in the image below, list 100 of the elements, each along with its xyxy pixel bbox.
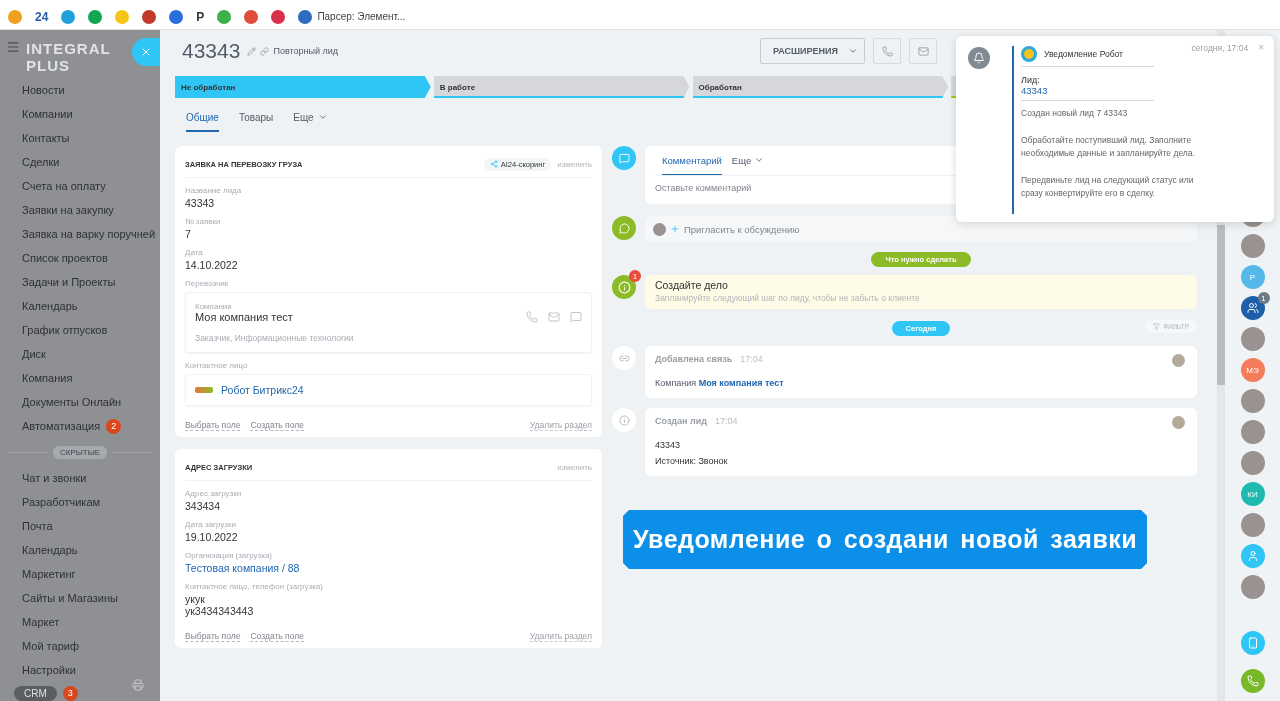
stage-step[interactable]: Не обработан <box>175 76 431 98</box>
close-button[interactable] <box>132 38 160 66</box>
sidebar-item[interactable]: Почта <box>0 514 160 538</box>
lead-link[interactable]: 43343 <box>1021 85 1154 101</box>
extensions-button[interactable]: РАСШИРЕНИЯ <box>760 38 865 64</box>
sidebar-item[interactable]: Сайты и Магазины <box>0 586 160 610</box>
sidebar-item[interactable]: Маркет <box>0 610 160 634</box>
avatar[interactable]: КИ <box>1240 482 1265 506</box>
pencil-icon[interactable] <box>247 46 257 56</box>
crm-item[interactable]: CRM <box>14 686 57 701</box>
avatar[interactable] <box>1240 234 1265 258</box>
sidebar-item[interactable]: Список проектов <box>0 246 160 270</box>
sidebar-item[interactable]: Разработчикам <box>0 490 160 514</box>
group-chat-icon[interactable] <box>1240 296 1265 320</box>
field-label: № заявки <box>185 217 222 226</box>
stage-step[interactable]: Обработан <box>692 76 949 98</box>
tab[interactable]: Еще <box>293 112 328 132</box>
field-value: 43343 <box>185 197 216 209</box>
device-icon[interactable] <box>1240 631 1265 655</box>
sidebar-item[interactable]: Чат и звонки <box>0 466 160 490</box>
mail-icon[interactable] <box>548 311 560 323</box>
bookmark-icon[interactable] <box>88 9 103 24</box>
avatar[interactable] <box>1240 575 1265 599</box>
company-link[interactable]: Моя компания тест <box>698 378 784 388</box>
remove-section-link[interactable]: Удалить раздел <box>529 420 592 431</box>
sidebar-item[interactable]: Счета на оплату <box>0 174 160 198</box>
bookmark-icon[interactable] <box>169 9 184 24</box>
company-name[interactable]: Моя компания тест <box>195 311 293 323</box>
tab[interactable]: Еще <box>731 155 765 175</box>
sidebar-item[interactable]: Контакты <box>0 126 160 150</box>
bookmark-link[interactable]: Парсер: Элемент... <box>298 9 406 24</box>
footer-link[interactable]: Создать поле <box>250 631 304 642</box>
sidebar-item[interactable]: Заявки на закупку <box>0 198 160 222</box>
avatar[interactable] <box>1240 420 1265 444</box>
field-label: Контактное лицо, телефон (загрузка) <box>185 582 324 591</box>
tab[interactable]: Общие <box>186 112 219 132</box>
sidebar-item[interactable]: Календарь <box>0 538 160 562</box>
bookmark-icon[interactable] <box>142 9 157 24</box>
bookmark-icon[interactable] <box>61 9 76 24</box>
sidebar-item[interactable]: Новости <box>0 78 160 102</box>
close-button[interactable]: × <box>1258 42 1264 53</box>
avatar[interactable] <box>1240 327 1265 351</box>
info-icon <box>612 275 636 299</box>
sidebar-item[interactable]: Мой тариф <box>0 634 160 658</box>
phone-icon[interactable] <box>526 311 538 323</box>
phone-icon[interactable] <box>1240 669 1265 693</box>
mail-button[interactable] <box>909 38 937 64</box>
notification-text: Создан новый лид 7 43343 <box>1021 107 1129 120</box>
footer-link[interactable]: Выбрать поле <box>185 420 241 431</box>
contact-logo-icon <box>195 387 213 393</box>
contact-name[interactable]: Робот Битрикс24 <box>221 384 304 396</box>
bookmark-link[interactable]: P <box>196 9 205 24</box>
sidebar-item[interactable]: Настройки <box>0 658 160 682</box>
sidebar-item[interactable]: Диск <box>0 342 160 366</box>
bookmark-link[interactable]: 24 <box>35 9 49 24</box>
avatar[interactable] <box>1240 451 1265 475</box>
field-label: Контактное лицо <box>185 361 249 370</box>
sidebar-item[interactable]: Сделки <box>0 150 160 174</box>
avatar[interactable]: Р <box>1240 265 1265 289</box>
chat-icon[interactable] <box>570 311 582 323</box>
sidebar-item[interactable]: Компании <box>0 102 160 126</box>
sidebar-item[interactable]: Задачи и Проекты <box>0 270 160 294</box>
caption-banner: Уведомление о создани новой заявки <box>623 510 1148 569</box>
bookmark-icon[interactable] <box>217 9 232 24</box>
field-label: Дата <box>185 248 204 257</box>
sidebar-item[interactable]: Заявка на варку поручней <box>0 222 160 246</box>
notification-text: Передвиньте лид на следующий статус или сразу конвертируйте его в сделку. <box>1021 174 1195 200</box>
stage-step[interactable]: В работе <box>433 76 690 98</box>
sidebar-item[interactable]: Маркетинг <box>0 562 160 586</box>
sidebar-item[interactable]: Автоматизация 2 <box>0 414 160 438</box>
avatar[interactable]: МЭ <box>1240 358 1265 382</box>
mail-icon <box>917 45 929 57</box>
sidebar-item[interactable]: Документы Онлайн <box>0 390 160 414</box>
link-icon[interactable] <box>260 46 270 56</box>
avatar[interactable] <box>1240 513 1265 537</box>
bell-icon <box>968 47 990 69</box>
footer-link[interactable]: Выбрать поле <box>185 631 241 642</box>
tab[interactable]: Комментарий <box>662 155 722 175</box>
invite-button[interactable]: Пригласить к обсуждению <box>645 216 1197 242</box>
edit-link[interactable]: изменить <box>557 159 592 169</box>
field-label: Организация (загрузка) <box>185 551 273 560</box>
notification-text: Обработайте поступивший лид. Заполните необходимые данные и запланируйте дела. <box>1021 134 1196 160</box>
edit-link[interactable]: изменить <box>557 462 592 472</box>
tab[interactable]: Товары <box>238 112 274 132</box>
bookmark-icon[interactable] <box>244 9 259 24</box>
sidebar-item[interactable]: Календарь <box>0 294 160 318</box>
call-button[interactable] <box>873 38 901 64</box>
menu-icon[interactable] <box>6 40 20 54</box>
avatar[interactable] <box>1240 389 1265 413</box>
remove-section-link[interactable]: Удалить раздел <box>529 631 592 642</box>
caret-icon <box>848 46 858 56</box>
bookmark-icon[interactable] <box>271 9 286 24</box>
footer-link[interactable]: Создать поле <box>250 420 304 431</box>
phone-icon <box>881 45 893 57</box>
sidebar-item[interactable]: График отпусков <box>0 318 160 342</box>
field-label: Название лида <box>185 186 243 195</box>
sidebar-item[interactable]: Компания <box>0 366 160 390</box>
user-icon[interactable] <box>1240 544 1265 568</box>
printer-icon[interactable] <box>132 679 144 691</box>
field-link[interactable]: Тестовая компания / 88 <box>185 562 592 574</box>
